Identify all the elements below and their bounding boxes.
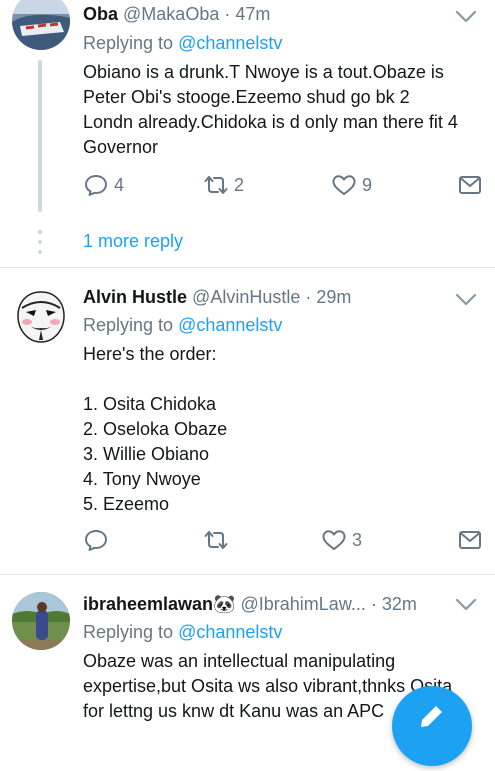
like-icon <box>332 175 356 195</box>
retweet-icon <box>204 531 228 549</box>
timestamp[interactable]: · 47m <box>224 4 270 24</box>
avatar-alvin[interactable] <box>12 288 70 346</box>
dm-button[interactable] <box>457 171 483 199</box>
reply-count: 4 <box>114 174 125 195</box>
tweet-text: Obiano is a drunk.T Nwoye is a tout.Obaz… <box>83 62 458 157</box>
panda-emoji: 🐼 <box>213 594 236 615</box>
user-handle[interactable]: @IbrahimLaw... <box>241 594 366 614</box>
display-name[interactable]: Alvin Hustle <box>83 287 187 307</box>
avatar-oba[interactable] <box>12 0 70 50</box>
like-icon <box>322 530 346 550</box>
retweet-icon <box>204 176 228 194</box>
display-name[interactable]: ibraheemlawan <box>83 594 213 614</box>
compose-button[interactable] <box>392 686 472 766</box>
display-name[interactable]: Oba <box>83 4 118 24</box>
reply-button[interactable]: 4 <box>83 171 124 199</box>
dm-icon <box>459 531 481 549</box>
like-count: 9 <box>362 174 373 195</box>
reply-icon <box>85 530 107 551</box>
replying-to: Replying to @channelstv <box>83 33 283 53</box>
mention-link[interactable]: @channelstv <box>178 33 282 53</box>
mention-link[interactable]: @channelstv <box>178 315 282 335</box>
reply-icon <box>85 175 107 196</box>
replying-to: Replying to @channelstv <box>83 315 283 335</box>
chevron-down-icon[interactable] <box>455 598 477 612</box>
like-button[interactable]: 9 <box>331 171 372 199</box>
more-replies-link[interactable]: 1 more reply <box>83 231 183 252</box>
tweet-header: ibraheemlawan🐼 @IbrahimLaw... · 32m <box>83 594 417 615</box>
user-handle[interactable]: @MakaOba <box>123 4 219 24</box>
tweet-header: Oba @MakaOba · 47m <box>83 4 270 25</box>
retweet-count: 2 <box>234 174 245 195</box>
chevron-down-icon[interactable] <box>455 10 477 24</box>
tweet-text: Here's the order: 1. Osita Chidoka 2. Os… <box>83 344 228 514</box>
avatar-ibraheem[interactable] <box>12 592 70 650</box>
thread-dot <box>38 250 42 254</box>
action-bar: 4 2 9 <box>83 171 483 199</box>
timestamp[interactable]: · 32m <box>371 594 417 614</box>
tweet-header: Alvin Hustle @AlvinHustle · 29m <box>83 287 351 308</box>
compose-icon <box>421 706 442 727</box>
thread-dot <box>38 230 42 234</box>
user-handle[interactable]: @AlvinHustle <box>192 287 300 307</box>
tweet-oba[interactable]: Oba @MakaOba · 47m Replying to @channels… <box>0 0 495 268</box>
chevron-down-icon[interactable] <box>455 293 477 307</box>
retweet-button[interactable]: 2 <box>203 171 244 199</box>
thread-line <box>38 60 42 212</box>
tweet-alvin[interactable]: Alvin Hustle @AlvinHustle · 29m Replying… <box>0 268 495 574</box>
timestamp[interactable]: · 29m <box>305 287 351 307</box>
like-count: 3 <box>352 529 363 550</box>
dm-icon <box>459 176 481 194</box>
like-button[interactable]: 3 <box>321 526 362 554</box>
action-bar: 3 <box>83 526 483 554</box>
retweet-button[interactable] <box>203 526 234 554</box>
replying-to: Replying to @channelstv <box>83 622 283 642</box>
mention-link[interactable]: @channelstv <box>178 622 282 642</box>
thread-dot <box>38 240 42 244</box>
dm-button[interactable] <box>457 526 483 554</box>
reply-button[interactable] <box>83 526 114 554</box>
